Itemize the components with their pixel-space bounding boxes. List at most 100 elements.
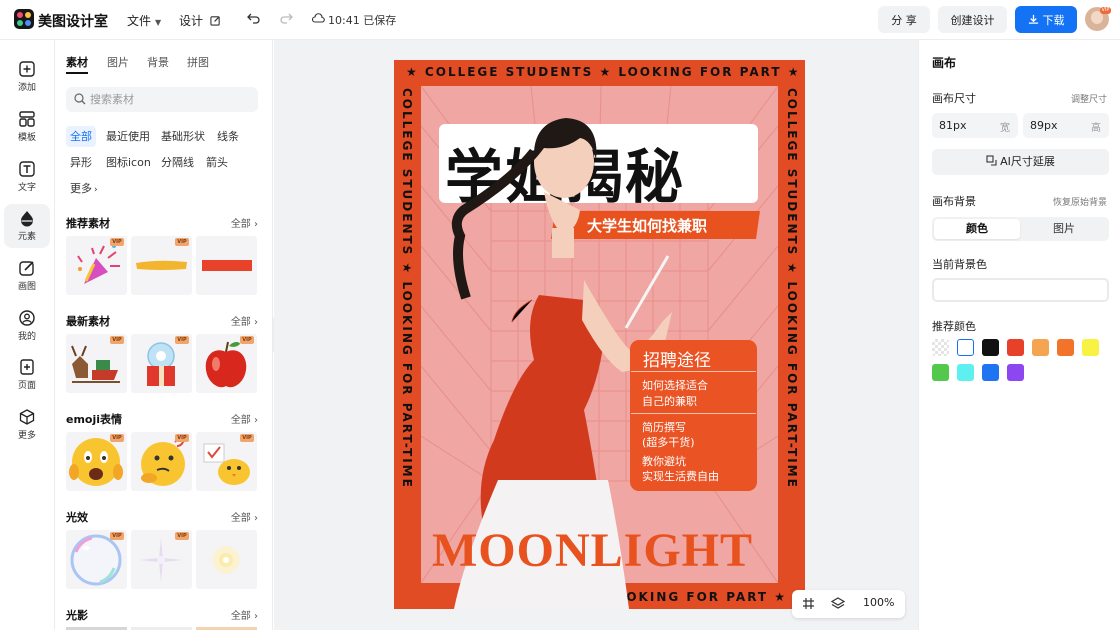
asset-gift-globe[interactable]: VIP (131, 334, 192, 393)
chip-all[interactable]: 全部 (66, 126, 96, 147)
section-all-link[interactable]: 全部 › (231, 607, 258, 622)
download-icon (1028, 14, 1038, 24)
adjust-size-link[interactable]: 调整尺寸 (1071, 92, 1107, 105)
color-swatch[interactable] (932, 364, 949, 381)
vip-badge: VIP (175, 434, 189, 442)
vip-badge: VIP (110, 434, 124, 442)
tab-collage[interactable]: 拼图 (187, 54, 209, 70)
page-icon (20, 359, 34, 375)
rail-item-add[interactable]: 添加 (4, 55, 50, 99)
download-button[interactable]: 下载 (1015, 6, 1077, 33)
rail-item-draw[interactable]: 画图 (4, 254, 50, 298)
chip-arrows[interactable]: 箭头 (202, 152, 232, 173)
height-field[interactable]: 89px 高 (1023, 113, 1109, 138)
asset-party-popper[interactable]: VIP (66, 236, 127, 295)
grid-icon[interactable] (802, 597, 815, 610)
asset-red-apple[interactable]: VIP (196, 334, 257, 393)
poster-info-title[interactable]: 招聘途径 (643, 346, 711, 371)
section-all-link[interactable]: 全部 › (231, 411, 258, 426)
vip-badge: VIP (240, 336, 254, 344)
poster-info-text[interactable]: 实现生活费自由 (642, 469, 719, 484)
color-swatch[interactable] (1082, 339, 1099, 356)
tab-materials[interactable]: 素材 (66, 54, 88, 74)
width-field[interactable]: 81px 宽 (932, 113, 1018, 138)
rail-item-text[interactable]: 文字 (4, 155, 50, 199)
poster-info-text[interactable]: 自己的兼职 (642, 394, 697, 409)
edit-icon (210, 16, 220, 26)
save-status: 10:41 已保存 (328, 14, 397, 27)
section-title-recommended: 推荐素材 (66, 217, 110, 230)
rail-item-mine[interactable]: 我的 (4, 304, 50, 348)
asset-reindeer-sleigh[interactable]: VIP (66, 334, 127, 393)
search-icon (74, 93, 86, 105)
layers-icon[interactable] (831, 597, 845, 611)
rail-item-element[interactable]: 元素 (4, 204, 50, 248)
poster-info-text[interactable]: 如何选择适合 (642, 378, 708, 393)
current-bg-label: 当前背景色 (932, 258, 987, 271)
color-swatch[interactable] (932, 339, 949, 356)
tab-background[interactable]: 背景 (147, 54, 169, 70)
asset-emoji-scared[interactable]: VIP (66, 432, 127, 491)
section-all-link[interactable]: 全部 › (231, 509, 258, 524)
file-menu[interactable]: 文件 ▼ (127, 12, 161, 29)
poster-info-text[interactable]: (超多干货) (642, 435, 695, 450)
poster-footer-word[interactable]: MOONLIGHT (432, 527, 753, 575)
share-button[interactable]: 分 享 (878, 6, 930, 33)
inspector-title: 画布 (932, 56, 957, 70)
vip-badge: VIP (110, 238, 124, 246)
search-input[interactable] (90, 91, 250, 108)
redo-icon[interactable] (279, 11, 293, 25)
chip-icons[interactable]: 图标icon (102, 152, 155, 173)
chip-lines[interactable]: 线条 (213, 126, 243, 147)
asset-bubble[interactable]: VIP (66, 530, 127, 589)
chip-irregular[interactable]: 异形 (66, 152, 96, 173)
tab-images[interactable]: 图片 (107, 54, 129, 70)
poster-info-divider (631, 413, 756, 414)
asset-glow[interactable] (196, 530, 257, 589)
canvas-bg-label: 画布背景 (932, 195, 976, 208)
color-swatch[interactable] (1007, 339, 1024, 356)
vip-badge: VIP (110, 532, 124, 540)
color-swatch[interactable] (1057, 339, 1074, 356)
seg-image[interactable]: 图片 (1021, 219, 1107, 239)
undo-icon[interactable] (247, 11, 261, 25)
create-design-button[interactable]: 创建设计 (938, 6, 1007, 33)
section-all-link[interactable]: 全部 › (231, 215, 258, 230)
app-logo-icon[interactable] (14, 9, 34, 29)
asset-yellow-brush[interactable]: VIP (131, 236, 192, 295)
rail-item-more[interactable]: 更多 (4, 403, 50, 447)
vip-badge: VIP (175, 532, 189, 540)
poster-info-text[interactable]: 教你避坑 (642, 454, 686, 469)
vip-badge: VIP (240, 434, 254, 442)
chip-basic-shapes[interactable]: 基础形状 (157, 126, 209, 147)
chip-dividers[interactable]: 分隔线 (157, 152, 198, 173)
rail-item-page[interactable]: 页面 (4, 353, 50, 397)
rail-item-template[interactable]: 模板 (4, 105, 50, 149)
section-title-light-effects: 光效 (66, 511, 88, 524)
color-swatch[interactable] (1032, 339, 1049, 356)
asset-red-bar[interactable] (196, 236, 257, 295)
chip-recent[interactable]: 最近使用 (102, 126, 154, 147)
inspector-panel: 画布 画布尺寸 调整尺寸 81px 宽 89px 高 AI尺寸延展 画布背景 恢复原… (918, 40, 1120, 630)
cube-icon (19, 409, 35, 425)
current-bg-color[interactable] (932, 278, 1109, 302)
color-swatch[interactable] (1007, 364, 1024, 381)
vip-badge: VIP (1100, 7, 1111, 14)
restore-bg-link[interactable]: 恢复原始背景 (1053, 195, 1107, 208)
color-swatch[interactable] (957, 339, 974, 356)
color-swatch[interactable] (982, 339, 999, 356)
chip-more[interactable]: 更多 › (66, 178, 102, 199)
asset-emoji-thinking[interactable]: VIP (131, 432, 192, 491)
asset-sparkle[interactable]: VIP (131, 530, 192, 589)
asset-emoji-chick-board[interactable]: VIP (196, 432, 257, 491)
section-title-emoji: emoji表情 (66, 413, 123, 426)
zoom-level[interactable]: 100% (863, 596, 894, 609)
section-all-link[interactable]: 全部 › (231, 313, 258, 328)
resize-icon (986, 155, 997, 166)
color-swatch[interactable] (957, 364, 974, 381)
poster-info-text[interactable]: 简历撰写 (642, 420, 686, 435)
seg-color[interactable]: 颜色 (934, 219, 1020, 239)
ai-resize-button[interactable]: AI尺寸延展 (932, 149, 1109, 175)
color-swatch[interactable] (982, 364, 999, 381)
design-menu[interactable]: 设计 (179, 12, 221, 29)
